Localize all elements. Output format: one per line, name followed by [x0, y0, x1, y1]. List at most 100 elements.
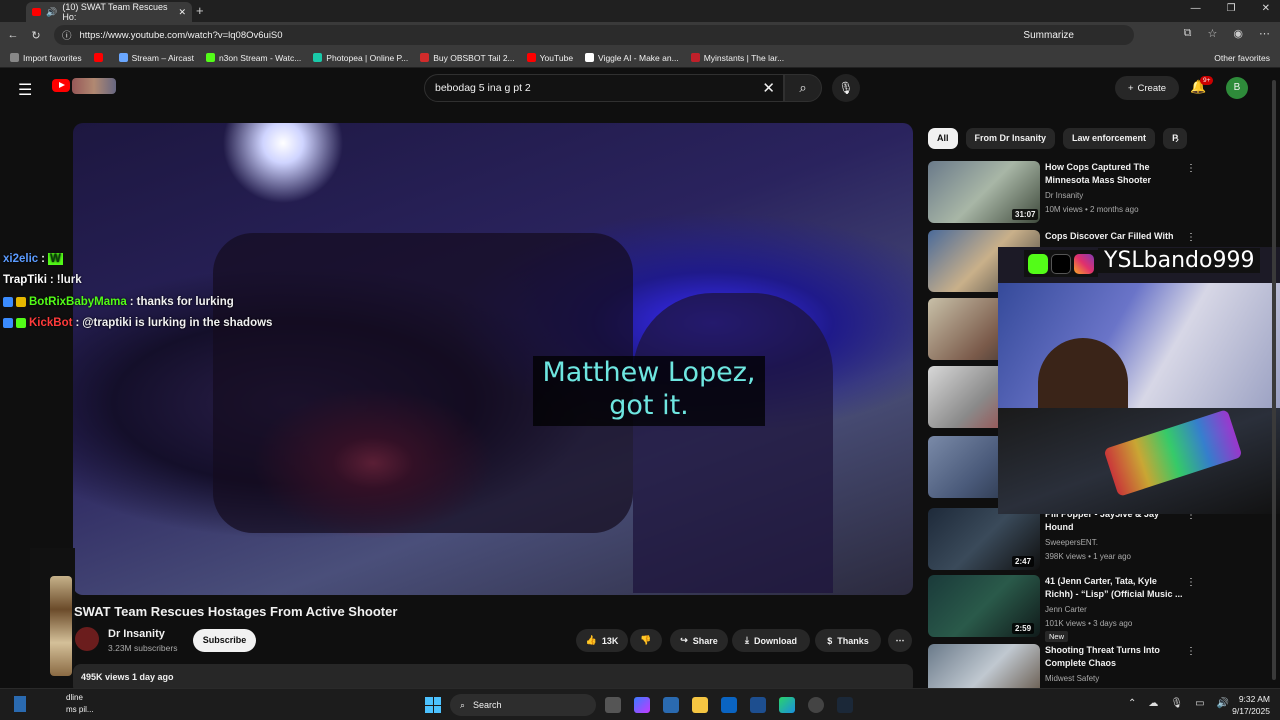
- search-icon[interactable]: ⌕: [784, 74, 822, 102]
- video-thumbnail[interactable]: 2:47: [928, 508, 1040, 570]
- new-badge: New: [1045, 631, 1069, 642]
- chat-message: KickBot : @traptiki is lurking in the sh…: [3, 313, 443, 335]
- bookmark-item[interactable]: Import favorites: [10, 53, 82, 63]
- channel-name[interactable]: Dr Insanity: [108, 628, 165, 640]
- chevron-right-icon[interactable]: ›: [1175, 132, 1179, 146]
- video-thumbnail[interactable]: 31:07: [928, 161, 1040, 223]
- more-actions-button[interactable]: ⋯: [888, 629, 912, 652]
- clear-search-icon[interactable]: ✕: [762, 79, 775, 97]
- extensions-icon[interactable]: ⧉: [1184, 27, 1192, 40]
- mic-icon[interactable]: 🎙: [1170, 698, 1183, 709]
- chip-filter[interactable]: From Dr Insanity: [965, 128, 1056, 149]
- more-options-icon[interactable]: ⋮: [1186, 646, 1196, 657]
- more-options-icon[interactable]: ⋮: [1186, 232, 1196, 243]
- bookmark-item[interactable]: YouTube: [526, 53, 573, 63]
- share-button[interactable]: ↪ Share: [670, 629, 728, 652]
- download-button[interactable]: ⤓ Download: [732, 629, 810, 652]
- back-icon[interactable]: ←: [3, 29, 23, 41]
- summarize-button[interactable]: Summarize: [1023, 30, 1074, 41]
- filter-chips: All From Dr Insanity Law enforcement P: [928, 128, 1188, 149]
- recommended-channel[interactable]: Jenn Carter: [1045, 603, 1087, 616]
- download-label: Download: [753, 635, 797, 646]
- close-tab-icon[interactable]: ✕: [178, 7, 186, 18]
- obs-icon[interactable]: [808, 697, 824, 713]
- bookmark-label: Stream – Aircast: [131, 52, 194, 63]
- photos-icon[interactable]: [750, 697, 766, 713]
- recommended-channel[interactable]: SweepersENT.: [1045, 536, 1098, 549]
- edge-icon[interactable]: [779, 697, 795, 713]
- bookmark-item[interactable]: n3on Stream - Watc...: [205, 53, 301, 63]
- windows-start-icon[interactable]: [425, 697, 441, 713]
- profile-icon[interactable]: ◉: [1233, 27, 1243, 40]
- store-icon[interactable]: [663, 697, 679, 713]
- recommended-channel[interactable]: Midwest Safety: [1045, 672, 1099, 685]
- logo-doodle[interactable]: [72, 78, 116, 94]
- more-icon[interactable]: ⋯: [1259, 27, 1270, 40]
- other-favorites[interactable]: Other favorites: [1214, 53, 1270, 63]
- outlook-icon[interactable]: [721, 697, 737, 713]
- like-button[interactable]: 👍 13K: [576, 629, 628, 652]
- bookmark-item[interactable]: Buy OBSBOT Tail 2...: [420, 53, 515, 63]
- bookmark-item[interactable]: Viggle AI - Make an...: [585, 53, 679, 63]
- date: 9/17/2025: [1232, 706, 1270, 716]
- url-field[interactable]: ⓘ https://www.youtube.com/watch?v=lq08Ov…: [54, 25, 1134, 45]
- clock[interactable]: 9:32 AM 9/17/2025: [1226, 693, 1270, 717]
- recommended-channel[interactable]: Dr Insanity: [1045, 189, 1083, 202]
- steam-icon[interactable]: [837, 697, 853, 713]
- rgb-keyboard: [1103, 409, 1243, 497]
- taskbar-search[interactable]: ⌕ Search: [450, 694, 596, 716]
- streamer-handle: YSLbando999: [1098, 248, 1261, 273]
- minimize-button[interactable]: —: [1191, 3, 1201, 14]
- favorites-icon[interactable]: ☆: [1208, 27, 1218, 40]
- search-query: bebodag 5 ina g pt 2: [435, 82, 531, 94]
- menu-icon[interactable]: ☰: [18, 80, 32, 100]
- close-window-button[interactable]: ✕: [1262, 3, 1270, 14]
- more-options-icon[interactable]: ⋮: [1186, 577, 1196, 588]
- channel-avatar[interactable]: [75, 627, 99, 651]
- bookmark-item[interactable]: Myinstants | The lar...: [690, 53, 784, 63]
- recommended-meta: 10M views • 2 months ago: [1045, 205, 1139, 214]
- file-explorer-icon[interactable]: [692, 697, 708, 713]
- create-button[interactable]: + Create: [1115, 76, 1179, 100]
- recommended-title[interactable]: 41 (Jenn Carter, Tata, Kyle Richh) - “Li…: [1045, 575, 1185, 601]
- social-icons: [1024, 250, 1098, 277]
- recommended-title[interactable]: How Cops Captured The Minnesota Mass Sho…: [1045, 161, 1185, 187]
- page-scrollbar[interactable]: [1270, 70, 1278, 688]
- more-options-icon[interactable]: ⋮: [1186, 163, 1196, 174]
- browser-tab[interactable]: 🔊 (10) SWAT Team Rescues Ho: ✕: [26, 2, 192, 22]
- subscribe-button[interactable]: Subscribe: [193, 629, 256, 652]
- bookmark-item[interactable]: Stream – Aircast: [118, 52, 194, 63]
- avatar[interactable]: B: [1226, 77, 1248, 99]
- recommended-video[interactable]: 31:07 How Cops Captured The Minnesota Mas…: [928, 161, 1278, 225]
- new-tab-button[interactable]: +: [196, 3, 204, 18]
- microphone-icon[interactable]: 🎙: [832, 74, 860, 102]
- speaker-icon[interactable]: 🔊: [46, 7, 57, 18]
- chip-all[interactable]: All: [928, 128, 958, 149]
- copilot-icon[interactable]: [634, 697, 650, 713]
- info-icon[interactable]: ⓘ: [62, 28, 72, 42]
- time: 9:32 AM: [1238, 694, 1270, 704]
- recommended-video[interactable]: 2:47 Pill Popper - Jay5ive & Jay Hound Swe…: [928, 508, 1278, 572]
- monitor-icon[interactable]: ▭: [1195, 698, 1204, 709]
- recommended-title[interactable]: Shooting Threat Turns Into Complete Chao…: [1045, 644, 1185, 670]
- recommended-video[interactable]: 2:59 41 (Jenn Carter, Tata, Kyle Richh) -…: [928, 575, 1278, 642]
- dislike-button[interactable]: 👎: [630, 629, 662, 652]
- task-view-icon[interactable]: [605, 697, 621, 713]
- youtube-logo[interactable]: [52, 79, 70, 92]
- bookmark-item[interactable]: Photopea | Online P...: [313, 53, 408, 63]
- address-bar-row: ← ↻ ⓘ https://www.youtube.com/watch?v=lq…: [0, 22, 1280, 48]
- chat-badge-icon: [3, 318, 13, 329]
- views-date: 495K views 1 day ago: [81, 672, 174, 682]
- cloud-icon[interactable]: ☁: [1148, 698, 1158, 709]
- bookmark-item[interactable]: [93, 53, 107, 62]
- thanks-button[interactable]: $ Thanks: [815, 629, 881, 652]
- search-input[interactable]: bebodag 5 ina g pt 2 ✕: [424, 74, 784, 102]
- refresh-icon[interactable]: ↻: [26, 29, 46, 42]
- video-thumbnail[interactable]: 2:59: [928, 575, 1040, 637]
- recommended-title[interactable]: Cops Discover Car Filled With: [1045, 230, 1185, 243]
- maximize-button[interactable]: ❐: [1227, 3, 1236, 14]
- video-player[interactable]: Matthew Lopez, got it.: [73, 123, 913, 595]
- chip-filter[interactable]: Law enforcement: [1063, 128, 1156, 149]
- chevron-up-icon[interactable]: ⌃: [1128, 698, 1136, 709]
- chat-text: W: [48, 252, 63, 265]
